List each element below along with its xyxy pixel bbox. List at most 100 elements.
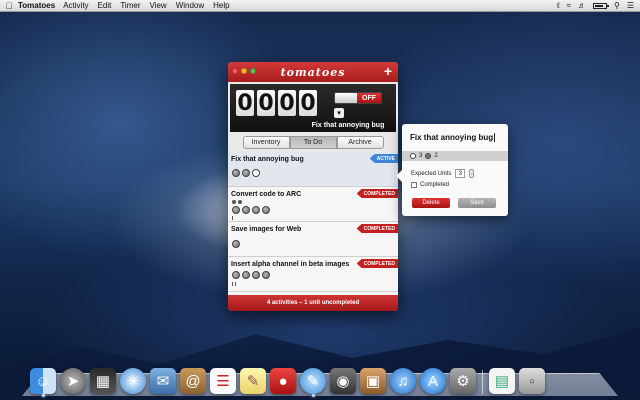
apple-menu-icon[interactable]: : [0, 1, 18, 11]
pomodoro-dots: [232, 271, 270, 279]
status-badge: COMPLETED: [356, 189, 398, 198]
current-task-label: Fix that annoying bug: [311, 122, 385, 129]
system-preferences-icon[interactable]: ⚙: [450, 368, 476, 394]
list-item[interactable]: Fix that annoying bug ACTIVE: [228, 152, 398, 187]
trash-icon[interactable]: ▫: [519, 368, 545, 394]
running-indicator: [42, 394, 45, 397]
timer-panel: 0 0 0 0 OFF ▾ Fix that annoying bug: [230, 84, 396, 132]
photo-booth-icon[interactable]: ▣: [360, 368, 386, 394]
spotlight-icon[interactable]: ⚲: [614, 1, 620, 10]
tomatoes-window: tomatoes + 0 0 0 0 OFF ▾ Fix that annoyi…: [228, 62, 398, 311]
pomodoro-dots: [232, 169, 260, 177]
wifi-icon[interactable]: ≈: [567, 1, 571, 10]
calendar-icon[interactable]: ☰: [210, 368, 236, 394]
pomodoro-filled-icon: [242, 271, 250, 279]
completed-row: Completed: [411, 182, 449, 188]
activity-list: Fix that annoying bug ACTIVE Convert cod…: [228, 152, 398, 295]
pomodoro-filled-icon: [232, 169, 240, 177]
pomodoro-filled-icon: [232, 206, 240, 214]
tomatoes-status-icon[interactable]: ℓ: [557, 1, 560, 10]
document-icon[interactable]: ▤: [489, 368, 515, 394]
notification-center-icon[interactable]: ☰: [627, 1, 634, 10]
menu-edit[interactable]: Edit: [98, 1, 112, 10]
facetime-icon[interactable]: ◉: [330, 368, 356, 394]
mission-control-icon[interactable]: ▦: [90, 368, 116, 394]
pomodoro-filled-icon: [242, 206, 250, 214]
completed-label: Completed: [420, 182, 450, 188]
completed-checkbox[interactable]: [411, 182, 417, 188]
launchpad-icon[interactable]: ➤: [60, 368, 86, 394]
menu-help[interactable]: Help: [213, 1, 229, 10]
finder-icon[interactable]: ☺: [30, 368, 56, 394]
battery-icon[interactable]: [592, 2, 609, 9]
expected-units-row: Expected Units 3 ↕: [411, 169, 475, 178]
tab-archive[interactable]: Archive: [336, 136, 384, 149]
delete-button[interactable]: Delete: [412, 198, 450, 208]
summary-count-a: 3: [419, 153, 423, 159]
expected-units-field[interactable]: 3: [455, 169, 466, 178]
window-titlebar[interactable]: tomatoes +: [228, 62, 398, 82]
units-stepper[interactable]: ↕: [469, 169, 475, 178]
menu-view[interactable]: View: [150, 1, 167, 10]
item-title: Fix that annoying bug: [231, 156, 304, 163]
zoom-button[interactable]: [250, 68, 256, 74]
contacts-icon[interactable]: @: [180, 368, 206, 394]
list-item[interactable]: Insert alpha channel in beta images COMP…: [228, 257, 398, 292]
close-button[interactable]: [232, 68, 238, 74]
pomodoro-filled-icon: [425, 153, 432, 159]
status-badge: COMPLETED: [356, 224, 398, 233]
plus-icon[interactable]: +: [384, 64, 392, 78]
timer-digit: 0: [299, 90, 317, 116]
notes-icon[interactable]: ✎: [240, 368, 266, 394]
tick-icon: [232, 282, 233, 286]
minimize-button[interactable]: [241, 68, 247, 74]
menu-app-name[interactable]: Tomatoes: [18, 1, 55, 10]
tab-to-do[interactable]: To Do: [289, 136, 337, 149]
volume-icon[interactable]: ♬: [578, 1, 586, 10]
pomodoro-filled-icon: [262, 206, 270, 214]
external-marks: [232, 282, 236, 286]
dock-separator: [482, 370, 483, 394]
tick-icon: [232, 216, 233, 220]
timer-dropdown-icon[interactable]: ▾: [334, 108, 344, 118]
status-badge: ACTIVE: [369, 154, 398, 163]
pomodoro-filled-icon: [232, 271, 240, 279]
list-item[interactable]: Convert code to ARC COMPLETED: [228, 187, 398, 222]
timer-digit: 0: [278, 90, 296, 116]
external-marks: [232, 216, 233, 220]
mail-icon[interactable]: ✉: [150, 368, 176, 394]
menu-activity[interactable]: Activity: [63, 1, 88, 10]
itunes-icon[interactable]: ♫: [390, 368, 416, 394]
pomodoro-filled-icon: [232, 240, 240, 248]
expected-units-label: Expected Units: [411, 170, 452, 177]
messages-icon[interactable]: ✎: [300, 368, 326, 394]
text-cursor: [494, 133, 496, 143]
interruption-icon: [238, 200, 242, 204]
timer-toggle[interactable]: OFF: [334, 92, 382, 104]
list-item[interactable]: Save images for Web COMPLETED: [228, 222, 398, 257]
tomatoes-icon[interactable]: ●: [270, 368, 296, 394]
tick-icon: [235, 282, 236, 286]
pomodoro-empty-icon: [410, 153, 416, 159]
tab-inventory[interactable]: Inventory: [242, 136, 290, 149]
window-title: tomatoes: [280, 65, 346, 79]
segmented-tabs: Inventory To Do Archive: [228, 136, 398, 149]
toggle-off-label: OFF: [357, 93, 381, 103]
pomodoro-filled-icon: [242, 169, 250, 177]
menu-extras: ℓ ≈ ♬ ⚲ ☰: [557, 1, 640, 10]
timer-digit: 0: [236, 90, 254, 116]
activity-name-field[interactable]: Fix that annoying bug: [410, 133, 496, 143]
app-store-icon[interactable]: A: [420, 368, 446, 394]
menu-timer[interactable]: Timer: [120, 1, 140, 10]
pomodoro-filled-icon: [252, 206, 260, 214]
interruption-marks: [232, 200, 242, 204]
menu-bar:  Tomatoes Activity Edit Timer View Wind…: [0, 0, 640, 12]
toggle-knob[interactable]: [335, 93, 357, 103]
status-badge: COMPLETED: [356, 259, 398, 268]
dock: ☺ ➤ ▦ ✳ ✉ @ ☰ ✎ ● ✎ ◉ ▣ ♫ A ⚙ ▤ ▫: [30, 360, 620, 394]
pomodoro-summary: 3 2: [402, 151, 508, 161]
menu-window[interactable]: Window: [176, 1, 204, 10]
interruption-icon: [232, 200, 236, 204]
safari-icon[interactable]: ✳: [120, 368, 146, 394]
save-button[interactable]: Save: [458, 198, 496, 208]
